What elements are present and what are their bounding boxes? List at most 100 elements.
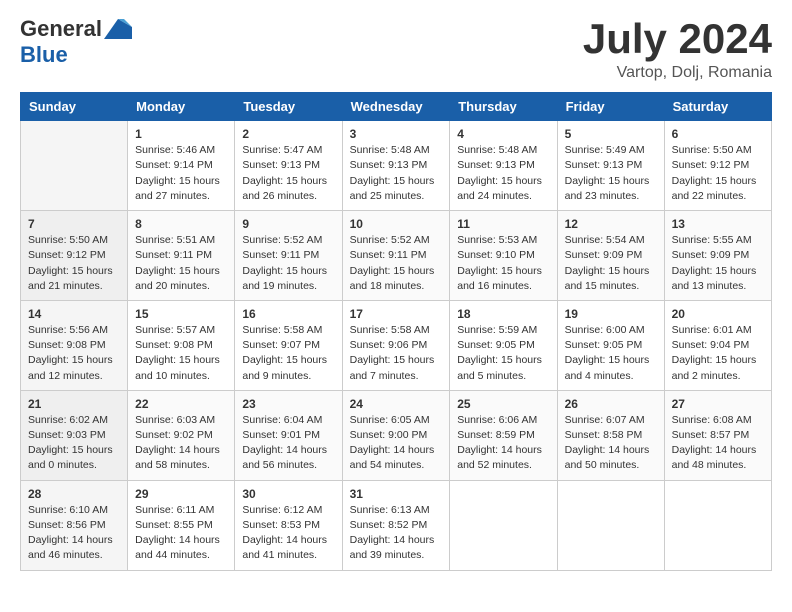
day-number: 16 (242, 307, 334, 321)
day-info: Sunrise: 6:06 AMSunset: 8:59 PMDaylight:… (457, 413, 549, 474)
calendar-cell: 19 Sunrise: 6:00 AMSunset: 9:05 PMDayligh… (557, 300, 664, 390)
day-info: Sunrise: 5:53 AMSunset: 9:10 PMDaylight:… (457, 233, 549, 294)
calendar-cell (664, 480, 771, 570)
calendar-cell: 21 Sunrise: 6:02 AMSunset: 9:03 PMDayligh… (21, 390, 128, 480)
day-number: 29 (135, 487, 227, 501)
header: General Blue July 2024 Vartop, Dolj, Rom… (20, 16, 772, 82)
day-info: Sunrise: 6:02 AMSunset: 9:03 PMDaylight:… (28, 413, 120, 474)
header-thursday: Thursday (450, 93, 557, 121)
calendar-cell (450, 480, 557, 570)
day-number: 2 (242, 127, 334, 141)
calendar-cell (21, 121, 128, 211)
day-info: Sunrise: 5:46 AMSunset: 9:14 PMDaylight:… (135, 143, 227, 204)
day-number: 5 (565, 127, 657, 141)
calendar-cell: 25 Sunrise: 6:06 AMSunset: 8:59 PMDayligh… (450, 390, 557, 480)
day-number: 20 (672, 307, 764, 321)
day-number: 10 (350, 217, 443, 231)
day-info: Sunrise: 5:58 AMSunset: 9:06 PMDaylight:… (350, 323, 443, 384)
calendar-cell: 15Sunrise: 5:57 AMSunset: 9:08 PMDayligh… (128, 300, 235, 390)
month-title: July 2024 (583, 16, 772, 62)
calendar-cell: 9 Sunrise: 5:52 AMSunset: 9:11 PMDaylight… (235, 211, 342, 301)
logo-icon (104, 19, 132, 39)
day-info: Sunrise: 5:47 AMSunset: 9:13 PMDaylight:… (242, 143, 334, 204)
calendar-cell: 10 Sunrise: 5:52 AMSunset: 9:11 PMDayligh… (342, 211, 450, 301)
day-number: 4 (457, 127, 549, 141)
day-number: 25 (457, 397, 549, 411)
calendar-cell: 18 Sunrise: 5:59 AMSunset: 9:05 PMDayligh… (450, 300, 557, 390)
day-number: 31 (350, 487, 443, 501)
calendar-cell: 7Sunrise: 5:50 AMSunset: 9:12 PMDaylight… (21, 211, 128, 301)
header-friday: Friday (557, 93, 664, 121)
day-info: Sunrise: 5:50 AMSunset: 9:12 PMDaylight:… (672, 143, 764, 204)
day-info: Sunrise: 5:55 AMSunset: 9:09 PMDaylight:… (672, 233, 764, 294)
calendar-cell: 23Sunrise: 6:04 AMSunset: 9:01 PMDayligh… (235, 390, 342, 480)
day-number: 28 (28, 487, 120, 501)
day-number: 9 (242, 217, 334, 231)
header-wednesday: Wednesday (342, 93, 450, 121)
day-info: Sunrise: 6:04 AMSunset: 9:01 PMDaylight:… (242, 413, 334, 474)
calendar-cell: 5 Sunrise: 5:49 AMSunset: 9:13 PMDaylight… (557, 121, 664, 211)
calendar-cell: 6 Sunrise: 5:50 AMSunset: 9:12 PMDaylight… (664, 121, 771, 211)
day-info: Sunrise: 6:01 AMSunset: 9:04 PMDaylight:… (672, 323, 764, 384)
day-info: Sunrise: 6:11 AMSunset: 8:55 PMDaylight:… (135, 503, 227, 564)
day-number: 27 (672, 397, 764, 411)
day-number: 7 (28, 217, 120, 231)
week-row-4: 21 Sunrise: 6:02 AMSunset: 9:03 PMDayligh… (21, 390, 772, 480)
day-number: 8 (135, 217, 227, 231)
calendar: Sunday Monday Tuesday Wednesday Thursday… (20, 92, 772, 570)
day-number: 6 (672, 127, 764, 141)
day-info: Sunrise: 5:54 AMSunset: 9:09 PMDaylight:… (565, 233, 657, 294)
day-number: 1 (135, 127, 227, 141)
day-info: Sunrise: 5:48 AMSunset: 9:13 PMDaylight:… (457, 143, 549, 204)
header-sunday: Sunday (21, 93, 128, 121)
day-info: Sunrise: 6:08 AMSunset: 8:57 PMDaylight:… (672, 413, 764, 474)
day-number: 14 (28, 307, 120, 321)
calendar-cell: 16 Sunrise: 5:58 AMSunset: 9:07 PMDayligh… (235, 300, 342, 390)
week-row-3: 14Sunrise: 5:56 AMSunset: 9:08 PMDayligh… (21, 300, 772, 390)
calendar-cell: 29 Sunrise: 6:11 AMSunset: 8:55 PMDayligh… (128, 480, 235, 570)
day-number: 24 (350, 397, 443, 411)
calendar-cell: 8Sunrise: 5:51 AMSunset: 9:11 PMDaylight… (128, 211, 235, 301)
calendar-cell: 28 Sunrise: 6:10 AMSunset: 8:56 PMDayligh… (21, 480, 128, 570)
day-number: 19 (565, 307, 657, 321)
day-info: Sunrise: 6:07 AMSunset: 8:58 PMDaylight:… (565, 413, 657, 474)
day-info: Sunrise: 6:00 AMSunset: 9:05 PMDaylight:… (565, 323, 657, 384)
day-info: Sunrise: 5:58 AMSunset: 9:07 PMDaylight:… (242, 323, 334, 384)
calendar-cell: 2 Sunrise: 5:47 AMSunset: 9:13 PMDaylight… (235, 121, 342, 211)
calendar-cell: 1 Sunrise: 5:46 AMSunset: 9:14 PMDaylight… (128, 121, 235, 211)
calendar-cell (557, 480, 664, 570)
day-info: Sunrise: 6:13 AMSunset: 8:52 PMDaylight:… (350, 503, 443, 564)
day-number: 3 (350, 127, 443, 141)
calendar-cell: 26 Sunrise: 6:07 AMSunset: 8:58 PMDayligh… (557, 390, 664, 480)
day-number: 17 (350, 307, 443, 321)
day-info: Sunrise: 6:12 AMSunset: 8:53 PMDaylight:… (242, 503, 334, 564)
calendar-cell: 27 Sunrise: 6:08 AMSunset: 8:57 PMDayligh… (664, 390, 771, 480)
day-info: Sunrise: 6:10 AMSunset: 8:56 PMDaylight:… (28, 503, 120, 564)
day-info: Sunrise: 5:49 AMSunset: 9:13 PMDaylight:… (565, 143, 657, 204)
day-number: 12 (565, 217, 657, 231)
logo-blue-text: Blue (20, 42, 68, 68)
page-container: General Blue July 2024 Vartop, Dolj, Rom… (0, 0, 792, 587)
day-info: Sunrise: 5:57 AMSunset: 9:08 PMDaylight:… (135, 323, 227, 384)
week-row-1: 1 Sunrise: 5:46 AMSunset: 9:14 PMDaylight… (21, 121, 772, 211)
calendar-cell: 22Sunrise: 6:03 AMSunset: 9:02 PMDayligh… (128, 390, 235, 480)
day-number: 30 (242, 487, 334, 501)
day-info: Sunrise: 5:52 AMSunset: 9:11 PMDaylight:… (350, 233, 443, 294)
week-row-2: 7Sunrise: 5:50 AMSunset: 9:12 PMDaylight… (21, 211, 772, 301)
day-info: Sunrise: 6:05 AMSunset: 9:00 PMDaylight:… (350, 413, 443, 474)
calendar-cell: 31 Sunrise: 6:13 AMSunset: 8:52 PMDayligh… (342, 480, 450, 570)
calendar-cell: 4 Sunrise: 5:48 AMSunset: 9:13 PMDaylight… (450, 121, 557, 211)
day-info: Sunrise: 5:59 AMSunset: 9:05 PMDaylight:… (457, 323, 549, 384)
logo-general-text: General (20, 16, 102, 42)
day-number: 11 (457, 217, 549, 231)
logo: General Blue (20, 16, 132, 68)
header-monday: Monday (128, 93, 235, 121)
calendar-cell: 12 Sunrise: 5:54 AMSunset: 9:09 PMDayligh… (557, 211, 664, 301)
header-tuesday: Tuesday (235, 93, 342, 121)
calendar-cell: 14Sunrise: 5:56 AMSunset: 9:08 PMDayligh… (21, 300, 128, 390)
day-number: 21 (28, 397, 120, 411)
week-row-5: 28 Sunrise: 6:10 AMSunset: 8:56 PMDayligh… (21, 480, 772, 570)
day-number: 18 (457, 307, 549, 321)
day-info: Sunrise: 5:52 AMSunset: 9:11 PMDaylight:… (242, 233, 334, 294)
day-number: 26 (565, 397, 657, 411)
